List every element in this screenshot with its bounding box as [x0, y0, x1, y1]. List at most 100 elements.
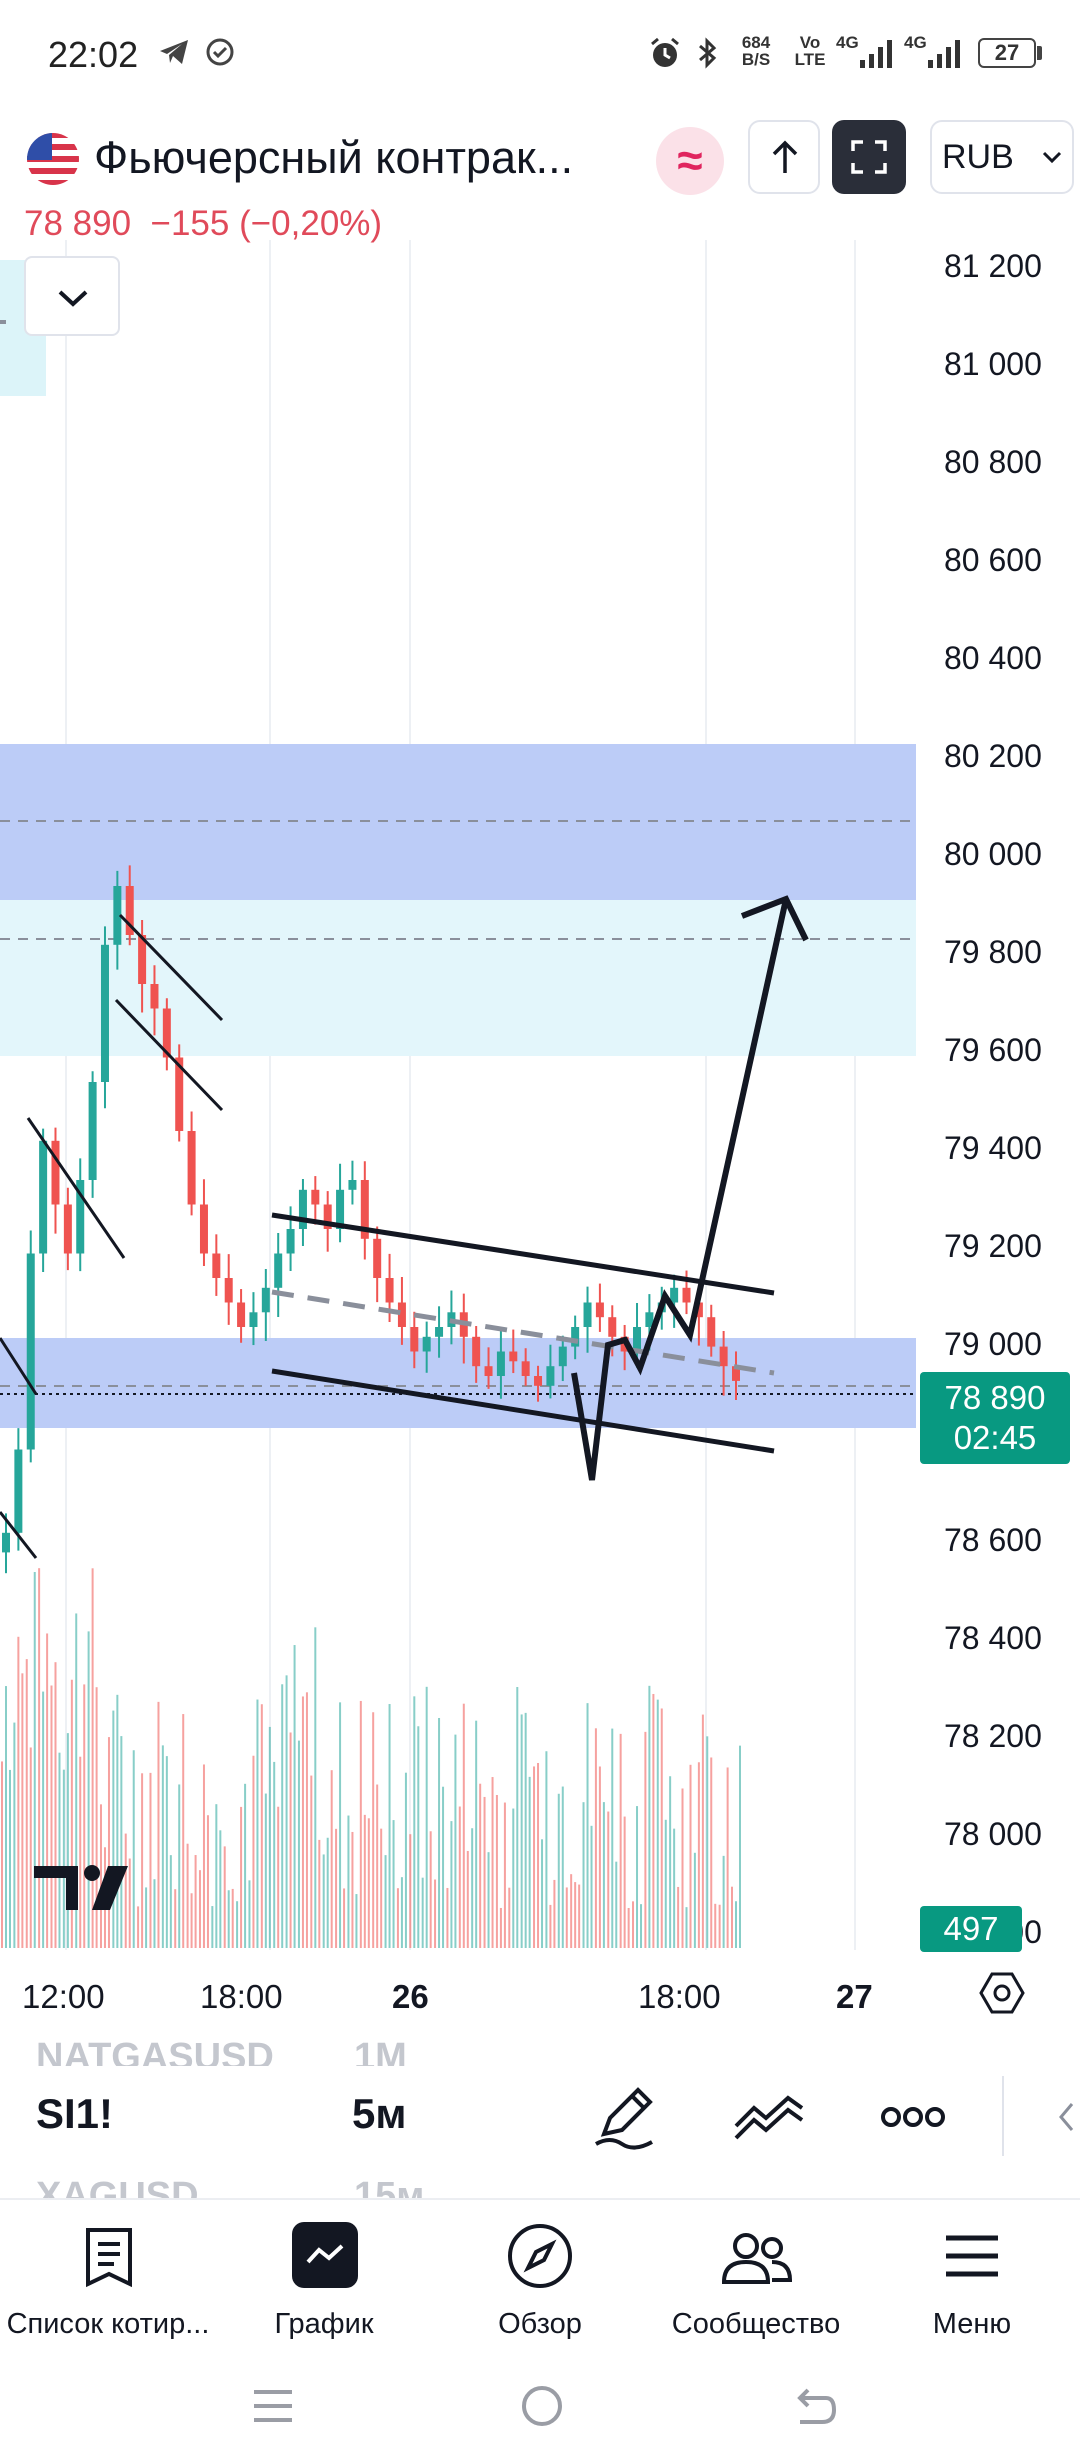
volume-bar	[400, 1877, 403, 1948]
volume-bar	[347, 1815, 350, 1948]
volume-bar	[83, 1684, 86, 1948]
volume-bar	[632, 1901, 635, 1948]
volume-bar	[46, 1633, 49, 1948]
price-chart[interactable]	[0, 240, 920, 1950]
symbol-title[interactable]: Фьючерсный контрак...	[94, 132, 573, 184]
candle-body	[51, 1140, 60, 1205]
volume-bar	[392, 1820, 395, 1948]
volume-bar	[301, 1696, 304, 1948]
volume-bar	[285, 1675, 288, 1948]
volume-bar	[607, 1811, 610, 1948]
home-icon[interactable]	[520, 2384, 564, 2428]
volume-bar	[537, 1762, 540, 1948]
back-icon[interactable]	[792, 2384, 838, 2428]
share-button[interactable]	[748, 120, 820, 194]
volume-bar	[495, 1794, 498, 1948]
volume-bar	[380, 1828, 383, 1948]
volume-bar	[289, 1732, 292, 1948]
volume-bar	[706, 1736, 709, 1948]
indicators-icon[interactable]: ≈	[656, 127, 724, 195]
volume-bar	[664, 1819, 667, 1948]
prev-interval[interactable]: 1M	[354, 2036, 407, 2066]
candle-body	[311, 1189, 320, 1205]
volume-bar	[404, 1772, 407, 1948]
next-interval-label: 15м	[354, 2175, 425, 2198]
candle-body	[63, 1204, 72, 1254]
system-nav-bar	[0, 2350, 1080, 2460]
volume-bar	[260, 1704, 263, 1948]
volume-bar	[681, 1788, 684, 1948]
nav-chart[interactable]: График	[216, 2200, 432, 2350]
volume-bar	[462, 1703, 465, 1948]
volume-bar	[1, 1761, 3, 1948]
candle-body	[546, 1366, 555, 1386]
nav-label: Обзор	[498, 2308, 582, 2340]
indicators-compare-icon[interactable]	[732, 2092, 806, 2142]
volume-bar	[178, 1784, 181, 1948]
volume-bar	[236, 1901, 239, 1948]
nav-menu[interactable]: Меню	[864, 2200, 1080, 2350]
volume-bar	[314, 1627, 317, 1948]
volume-bar	[417, 1726, 420, 1948]
volume-bar	[355, 1894, 358, 1948]
nav-watchlist[interactable]: Список котир...	[0, 2200, 216, 2350]
candle-body	[571, 1327, 580, 1347]
us-flag-icon	[27, 133, 79, 185]
y-tick: 81 200	[944, 248, 1042, 284]
price-change-line: 78 890 −155 (−0,20%)	[24, 204, 382, 244]
volume-bar	[503, 1802, 506, 1948]
candle-body	[385, 1278, 394, 1303]
next-interval[interactable]: 15м	[354, 2168, 424, 2198]
volume-bar	[273, 1761, 276, 1948]
draw-pen-icon[interactable]	[592, 2084, 658, 2150]
chevron-down-icon	[58, 290, 88, 307]
volume-bar	[545, 1751, 548, 1948]
y-tick: 79 200	[944, 1228, 1042, 1264]
currency-select[interactable]: RUB	[930, 120, 1074, 194]
symbol-selector[interactable]: SI1!	[36, 2090, 113, 2138]
candle-body	[88, 1082, 97, 1180]
volume-bar	[50, 1685, 53, 1948]
volume-bar	[376, 1784, 379, 1948]
volume-bar	[252, 1755, 255, 1948]
net-speed-value: 684	[741, 33, 771, 52]
next-symbol[interactable]: XAGUSD	[36, 2168, 199, 2198]
nav-label: Список котир...	[6, 2308, 210, 2340]
volume-bar	[565, 1887, 568, 1948]
volume-bar	[652, 1693, 655, 1948]
volume-bar	[42, 1691, 45, 1948]
volume-bar	[219, 1830, 222, 1948]
volume-bar	[38, 1568, 41, 1948]
price-change: −155 (−0,20%)	[150, 204, 383, 243]
volume-bar	[62, 1769, 65, 1948]
volume-bar	[281, 1684, 284, 1948]
chevron-left-icon[interactable]	[1058, 2102, 1074, 2132]
nav-explore[interactable]: Обзор	[432, 2200, 648, 2350]
recent-apps-icon[interactable]	[250, 2386, 296, 2426]
volume-bar	[483, 1796, 486, 1948]
status-bar: 22:02 684 B/S Vo LTE 4G 4G 27	[0, 0, 1080, 110]
chart-settings-icon[interactable]	[978, 1970, 1026, 2016]
prev-symbol[interactable]: NATGASUSD	[36, 2036, 274, 2066]
y-tick: 80 800	[944, 444, 1042, 480]
left-edge-mark	[0, 320, 6, 324]
volume-bar	[602, 1802, 605, 1948]
candle-body	[26, 1253, 35, 1450]
compass-icon	[508, 2224, 572, 2288]
volume-bar	[586, 1703, 589, 1948]
volume-bar	[132, 1750, 135, 1948]
volume-bar	[598, 1766, 601, 1948]
signal-2-icon	[928, 40, 960, 68]
collapse-legend-button[interactable]	[24, 256, 120, 336]
interval-selector[interactable]: 5м	[352, 2090, 406, 2138]
battery-tip	[1037, 46, 1042, 60]
nav-community[interactable]: Сообщество	[648, 2200, 864, 2350]
channel-upper-line	[271, 1212, 775, 1296]
volume-bar	[206, 1815, 209, 1948]
volume-label: 497	[920, 1906, 1022, 1952]
fullscreen-button[interactable]	[832, 120, 906, 194]
candle-body	[237, 1302, 246, 1327]
volume-bar	[685, 1907, 688, 1948]
volume-bar	[471, 1828, 474, 1948]
more-options-icon[interactable]	[880, 2104, 946, 2130]
